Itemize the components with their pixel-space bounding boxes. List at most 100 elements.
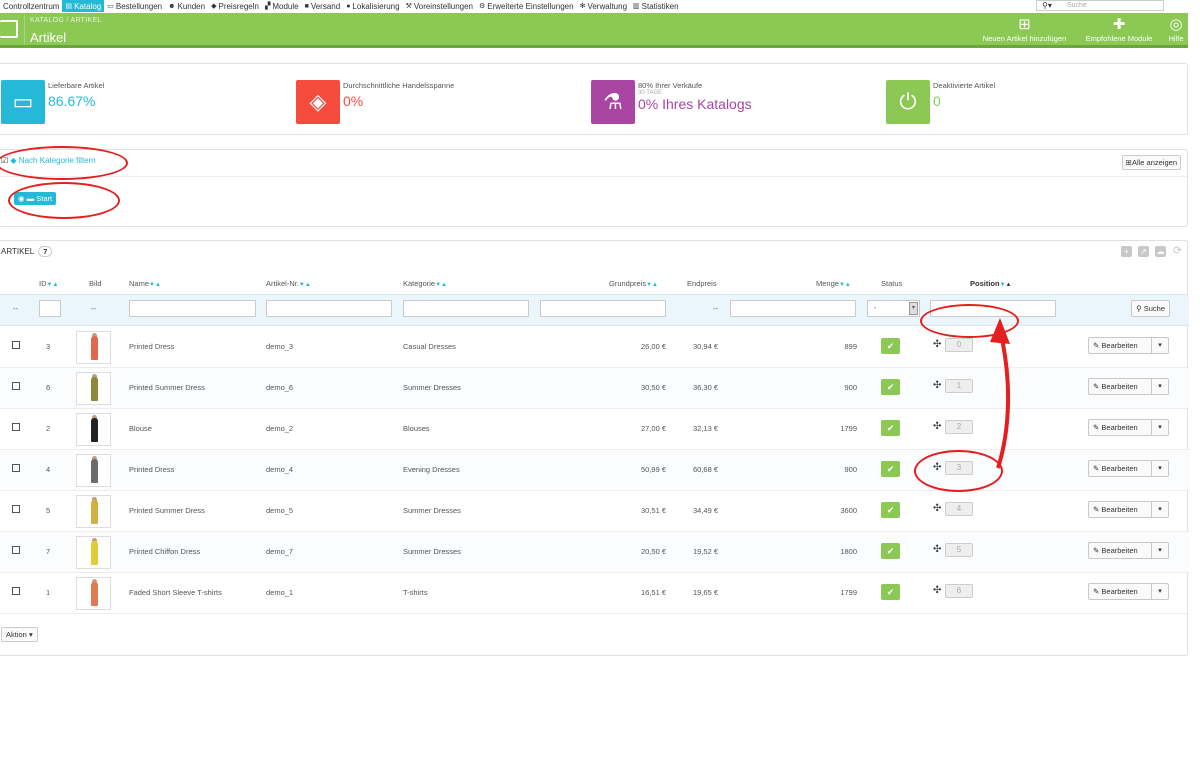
status-enabled-button[interactable]: ✔ [881, 584, 900, 600]
row-actions-dropdown[interactable]: ▾ [1152, 338, 1168, 353]
sort-icon[interactable]: ▼▲ [149, 282, 161, 288]
sort-icon[interactable]: ▼▲ [47, 282, 59, 288]
kpi-available-products[interactable]: ▭ Lieferbare Artikel 86.67% [1, 80, 104, 124]
kpi-average-margin[interactable]: ◈ Durchschnittliche Handelsspanne 0% [296, 80, 454, 124]
edit-button[interactable]: ✎ Bearbeiten [1089, 338, 1152, 353]
edit-button[interactable]: ✎ Bearbeiten [1089, 379, 1152, 394]
refresh-icon[interactable]: ⟳ [1172, 246, 1183, 257]
column-header-id[interactable]: ID▼▲ [39, 279, 58, 288]
row-checkbox[interactable] [12, 505, 20, 513]
drag-handle-icon[interactable]: ✣ [933, 421, 941, 432]
help-button[interactable]: ◎ Hilfe [1164, 17, 1188, 44]
drag-handle-icon[interactable]: ✣ [933, 544, 941, 555]
export-icon[interactable]: ↗ [1138, 246, 1149, 257]
nav-item-stats[interactable]: ▥ Statistiken [630, 0, 682, 12]
edit-button[interactable]: ✎ Bearbeiten [1089, 584, 1152, 599]
row-name[interactable]: Printed Summer Dress [129, 383, 205, 392]
kpi-disabled-products[interactable]: ⏻ Deaktivierte Artikel 0 [886, 80, 995, 124]
category-filter-toggle[interactable]: ☑ ◆ Nach Kategorie filtern [1, 156, 96, 165]
sort-icon[interactable]: ▼▲ [435, 282, 447, 288]
search-input[interactable]: Suche [1036, 0, 1164, 11]
row-name[interactable]: Printed Summer Dress [129, 506, 205, 515]
status-enabled-button[interactable]: ✔ [881, 338, 900, 354]
drag-handle-icon[interactable]: ✣ [933, 462, 941, 473]
nav-item-administration[interactable]: ✻ Verwaltung [577, 0, 630, 12]
nav-item-modules[interactable]: ▞ Module [262, 0, 302, 12]
sort-icon[interactable]: ▼▲ [839, 282, 851, 288]
bulk-action-button[interactable]: Aktion ▾ [1, 627, 38, 642]
row-name[interactable]: Printed Dress [129, 465, 174, 474]
sort-icon[interactable]: ▼▲ [299, 282, 311, 288]
row-checkbox[interactable] [12, 382, 20, 390]
cloud-icon[interactable]: ☁ [1155, 246, 1166, 257]
row-checkbox[interactable] [12, 341, 20, 349]
table-row[interactable]: 4 Printed Dress demo_4 Evening Dresses 5… [0, 450, 1189, 491]
row-actions-dropdown[interactable]: ▾ [1152, 420, 1168, 435]
category-tree-root[interactable]: ◉ ▬ Start [14, 192, 57, 205]
show-all-button[interactable]: ⊞Alle anzeigen [1121, 155, 1181, 170]
filter-position-input[interactable] [930, 300, 1056, 317]
row-actions-dropdown[interactable]: ▾ [1152, 379, 1168, 394]
filter-name-input[interactable] [129, 300, 256, 317]
row-checkbox[interactable] [12, 546, 20, 554]
status-enabled-button[interactable]: ✔ [881, 420, 900, 436]
status-enabled-button[interactable]: ✔ [881, 379, 900, 395]
row-actions-dropdown[interactable]: ▾ [1152, 502, 1168, 517]
filter-base-price-input[interactable] [540, 300, 666, 317]
row-checkbox[interactable] [12, 464, 20, 472]
row-actions-dropdown[interactable]: ▾ [1152, 461, 1168, 476]
table-row[interactable]: 1 Faded Short Sleeve T-shirts demo_1 T-s… [0, 573, 1189, 614]
edit-button[interactable]: ✎ Bearbeiten [1089, 543, 1152, 558]
drag-handle-icon[interactable]: ✣ [933, 380, 941, 391]
status-enabled-button[interactable]: ✔ [881, 543, 900, 559]
status-enabled-button[interactable]: ✔ [881, 461, 900, 477]
status-enabled-button[interactable]: ✔ [881, 502, 900, 518]
row-actions-dropdown[interactable]: ▾ [1152, 543, 1168, 558]
filter-quantity-input[interactable] [730, 300, 856, 317]
sort-icon[interactable]: ▼▲ [646, 282, 658, 288]
sort-icon[interactable]: ▼▲ [1000, 282, 1012, 288]
filter-id-input[interactable] [39, 300, 61, 317]
drag-handle-icon[interactable]: ✣ [933, 585, 941, 596]
add-icon[interactable]: + [1121, 246, 1132, 257]
kpi-sales-share[interactable]: ⚗ 80% Ihrer Verkäufe 30 TAGE 0% Ihres Ka… [591, 80, 752, 124]
nav-item-shipping[interactable]: ■ Versand [302, 0, 344, 12]
drag-handle-icon[interactable]: ✣ [933, 339, 941, 350]
column-header-category[interactable]: Kategorie▼▲ [403, 279, 447, 288]
row-actions-dropdown[interactable]: ▾ [1152, 584, 1168, 599]
edit-button[interactable]: ✎ Bearbeiten [1089, 502, 1152, 517]
nav-item-advanced-settings[interactable]: ⚙ Erweiterte Einstellungen [476, 0, 577, 12]
nav-item-customers[interactable]: ☻ Kunden [165, 0, 208, 12]
filter-category-input[interactable] [403, 300, 529, 317]
table-row[interactable]: 5 Printed Summer Dress demo_5 Summer Dre… [0, 491, 1189, 532]
nav-item-preferences[interactable]: ⚒ Voreinstellungen [403, 0, 476, 12]
nav-item-price-rules[interactable]: ◆ Preisregeln [208, 0, 262, 12]
nav-item-dashboard[interactable]: Controllzentrum [0, 0, 62, 12]
nav-item-orders[interactable]: ▭ Bestellungen [104, 0, 165, 12]
drag-handle-icon[interactable]: ✣ [933, 503, 941, 514]
search-button[interactable]: ⚲ Suche [1131, 300, 1170, 317]
add-product-button[interactable]: ⊞ Neuen Artikel hinzufügen [978, 17, 1071, 44]
row-checkbox[interactable] [12, 587, 20, 595]
column-header-position[interactable]: Position▼▲ [970, 279, 1012, 288]
table-row[interactable]: 3 Printed Dress demo_3 Casual Dresses 26… [0, 327, 1189, 368]
nav-item-catalog[interactable]: ▤ Katalog [62, 0, 105, 12]
row-name[interactable]: Blouse [129, 424, 152, 433]
column-header-name[interactable]: Name▼▲ [129, 279, 161, 288]
table-row[interactable]: 2 Blouse demo_2 Blouses 27,00 € 32,13 € … [0, 409, 1189, 450]
table-row[interactable]: 7 Printed Chiffon Dress demo_7 Summer Dr… [0, 532, 1189, 573]
column-header-base-price[interactable]: Grundpreis▼▲ [609, 279, 658, 288]
edit-button[interactable]: ✎ Bearbeiten [1089, 420, 1152, 435]
edit-button[interactable]: ✎ Bearbeiten [1089, 461, 1152, 476]
nav-item-localization[interactable]: ● Lokalisierung [343, 0, 402, 12]
row-name[interactable]: Printed Chiffon Dress [129, 547, 200, 556]
recommended-modules-button[interactable]: ✚ Empfohlene Module [1080, 17, 1158, 44]
filter-status-select[interactable]: - ▾ [867, 300, 920, 317]
row-name[interactable]: Printed Dress [129, 342, 174, 351]
row-checkbox[interactable] [12, 423, 20, 431]
column-header-reference[interactable]: Artikel-Nr.▼▲ [266, 279, 311, 288]
row-name[interactable]: Faded Short Sleeve T-shirts [129, 588, 222, 597]
table-row[interactable]: 6 Printed Summer Dress demo_6 Summer Dre… [0, 368, 1189, 409]
column-header-quantity[interactable]: Menge▼▲ [816, 279, 851, 288]
filter-reference-input[interactable] [266, 300, 392, 317]
